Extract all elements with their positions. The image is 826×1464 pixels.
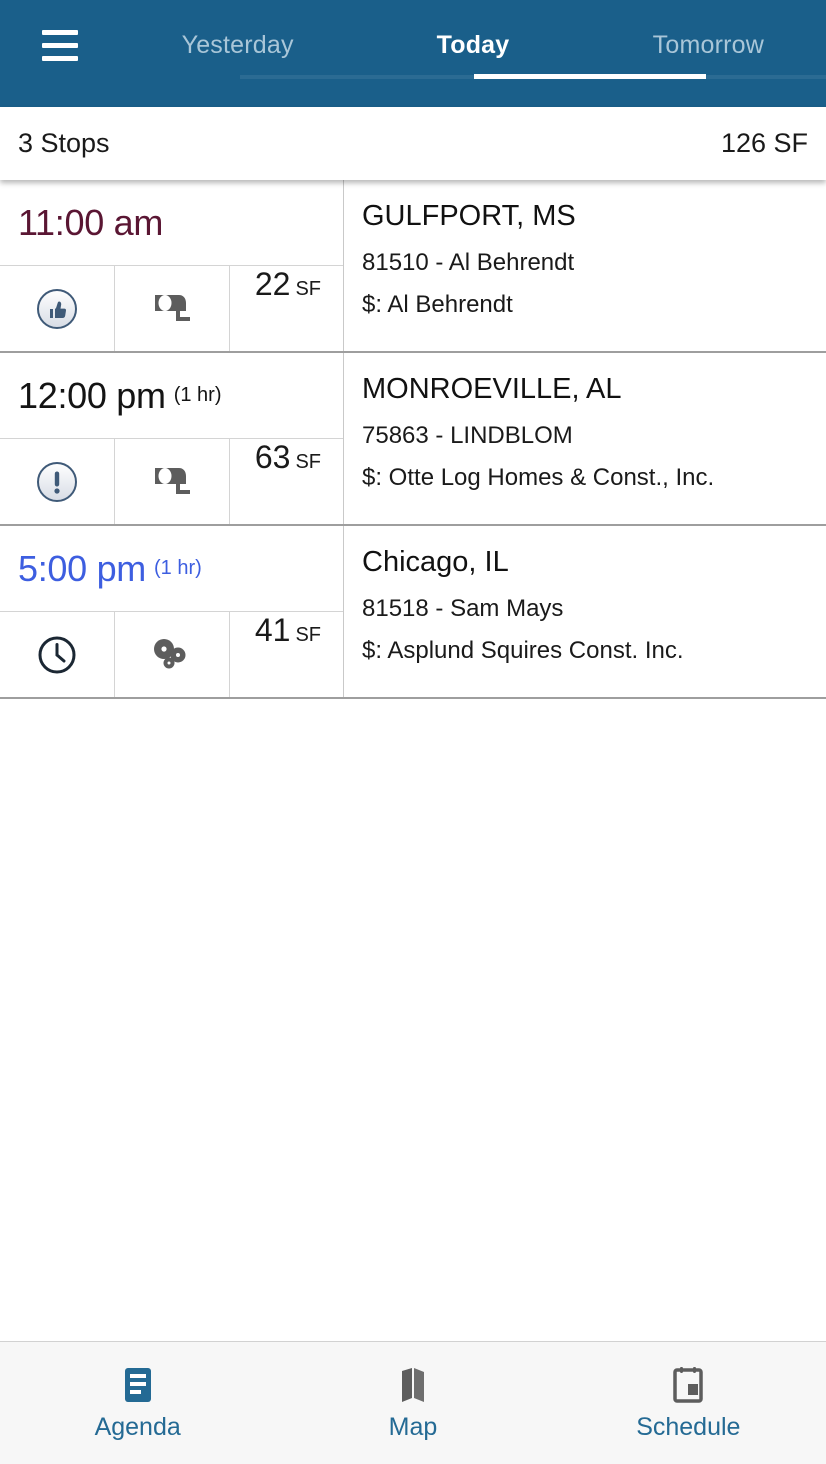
nav-item-schedule[interactable]: Schedule	[551, 1365, 826, 1442]
stop-city: MONROEVILLE, AL	[362, 373, 622, 405]
clock-circle-icon	[38, 636, 76, 673]
stop-details-panel: MONROEVILLE, AL 75863 - LINDBLOM $: Otte…	[344, 353, 826, 524]
tape-measure-icon	[155, 294, 190, 321]
stop-details-panel: GULFPORT, MS 81510 - Al Behrendt $: Al B…	[344, 180, 826, 351]
app-root: Yesterday Today Tomorrow 3 Stops 126 SF …	[0, 0, 826, 1464]
stop-time-cell: 5:00 pm (1 hr)	[0, 526, 343, 612]
day-tabs: Yesterday Today Tomorrow	[120, 0, 826, 90]
stop-left-panel: 12:00 pm (1 hr) 63 SF	[0, 353, 344, 524]
nav-item-agenda[interactable]: Agenda	[0, 1365, 275, 1442]
stop-time: 11:00 am	[18, 201, 164, 243]
table-row[interactable]: 12:00 pm (1 hr) 63 SF MONROEVILLE, AL 75…	[0, 353, 826, 526]
stop-job: 81510 - Al Behrendt	[362, 249, 575, 276]
nav-item-agenda-label: Agenda	[94, 1412, 181, 1441]
exclamation-circle-icon	[37, 461, 77, 502]
calendar-icon	[668, 1365, 708, 1405]
stop-icons-cell: 22 SF	[0, 266, 343, 351]
stop-type-icon-box[interactable]	[115, 266, 230, 351]
hamburger-bar	[42, 42, 78, 48]
nav-item-schedule-label: Schedule	[636, 1412, 741, 1441]
stop-list: 11:00 am 22 SF GULFPORT, MS 81510 - Al B…	[0, 180, 826, 1341]
stop-duration: (1 hr)	[153, 557, 202, 579]
stop-sf-box: 41 SF	[230, 612, 343, 697]
stop-sf-box: 63 SF	[230, 439, 343, 524]
stop-sf-box: 22 SF	[230, 266, 343, 351]
stop-status-icon-box[interactable]	[0, 266, 115, 351]
total-sf-label: 126 SF	[720, 128, 808, 158]
bottom-navigation: Agenda Map Schedule	[0, 1341, 826, 1464]
stop-customer: $: Otte Log Homes & Const., Inc.	[362, 464, 715, 491]
stop-icons-cell: 63 SF	[0, 439, 343, 524]
stop-time: 5:00 pm	[18, 547, 146, 589]
nav-item-map[interactable]: Map	[275, 1365, 550, 1442]
tab-yesterday-label: Yesterday	[181, 30, 294, 59]
stop-customer: $: Al Behrendt	[362, 291, 513, 318]
table-row[interactable]: 5:00 pm (1 hr) 41 SF Chicago, IL 81518 -…	[0, 526, 826, 699]
thumbs-up-circle-icon	[37, 288, 77, 329]
map-icon	[393, 1365, 433, 1405]
stop-type-icon-box[interactable]	[115, 612, 230, 697]
stop-status-icon-box[interactable]	[0, 612, 115, 697]
stop-status-icon-box[interactable]	[0, 439, 115, 524]
stop-customer: $: Asplund Squires Const. Inc.	[362, 637, 684, 664]
stop-duration: (1 hr)	[173, 384, 222, 406]
stop-count-label: 3 Stops	[18, 128, 110, 158]
tape-measure-icon	[155, 467, 190, 494]
stop-job: 75863 - LINDBLOM	[362, 422, 573, 449]
stop-left-panel: 5:00 pm (1 hr) 41 SF	[0, 526, 344, 697]
tab-active-indicator	[474, 74, 706, 79]
table-row[interactable]: 11:00 am 22 SF GULFPORT, MS 81510 - Al B…	[0, 180, 826, 353]
stop-sf-value: 22	[254, 266, 291, 302]
stop-city: GULFPORT, MS	[362, 200, 576, 232]
nav-item-map-label: Map	[388, 1412, 438, 1441]
stop-details-panel: Chicago, IL 81518 - Sam Mays $: Asplund …	[344, 526, 826, 697]
stop-city: Chicago, IL	[362, 546, 509, 578]
stop-sf-unit: SF	[295, 451, 321, 473]
stop-job: 81518 - Sam Mays	[362, 595, 564, 622]
agenda-list-icon	[118, 1365, 158, 1405]
stop-sf-unit: SF	[295, 624, 321, 646]
stop-time-cell: 12:00 pm (1 hr)	[0, 353, 343, 439]
tab-today-label: Today	[436, 30, 510, 59]
stop-icons-cell: 41 SF	[0, 612, 343, 697]
tab-tomorrow-label: Tomorrow	[652, 30, 764, 59]
hamburger-bar	[42, 55, 78, 61]
stop-sf-value: 41	[254, 612, 291, 648]
stop-left-panel: 11:00 am 22 SF	[0, 180, 344, 351]
gears-icon	[154, 638, 186, 668]
stop-sf-value: 63	[254, 439, 291, 475]
stop-type-icon-box[interactable]	[115, 439, 230, 524]
stop-time-cell: 11:00 am	[0, 180, 343, 266]
hamburger-bar	[42, 29, 78, 35]
top-app-bar: Yesterday Today Tomorrow	[0, 0, 826, 107]
hamburger-menu-icon[interactable]	[0, 0, 120, 90]
stop-time: 12:00 pm	[18, 374, 166, 416]
summary-bar: 3 Stops 126 SF	[0, 107, 826, 180]
stop-sf-unit: SF	[295, 278, 321, 300]
